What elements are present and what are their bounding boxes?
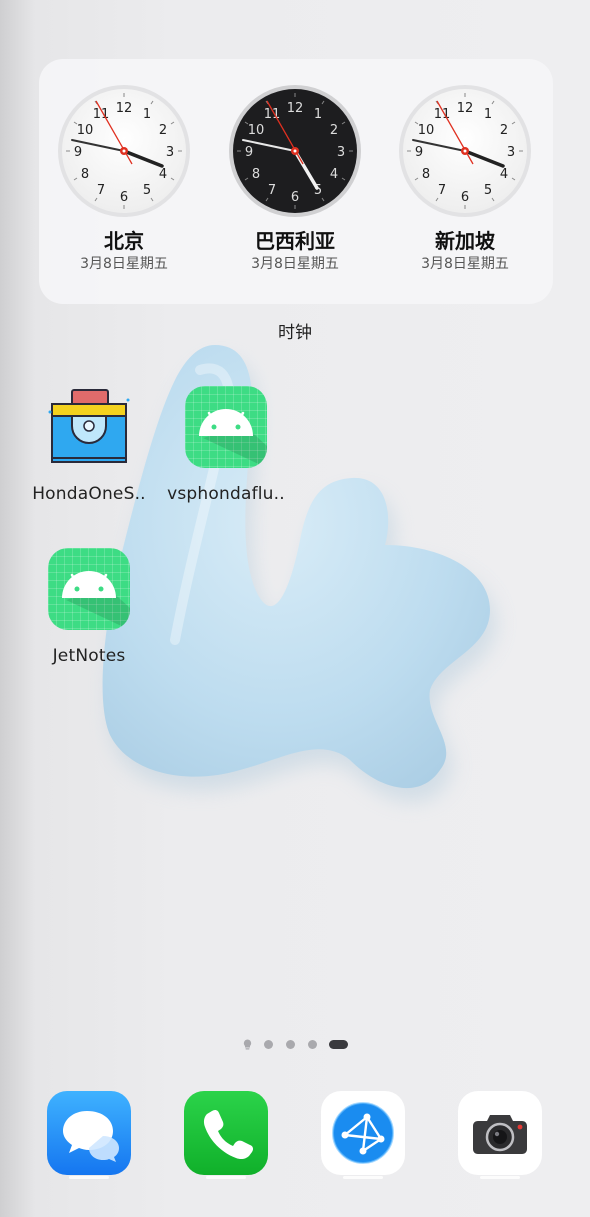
page-dot[interactable]: [286, 1040, 295, 1049]
svg-text:5: 5: [484, 183, 492, 198]
svg-text:10: 10: [248, 123, 265, 138]
clock-date: 3月8日星期五: [421, 256, 509, 272]
svg-text:1: 1: [314, 107, 322, 122]
compass-network-icon: [332, 1102, 394, 1164]
city-name: 巴西利亚: [255, 229, 335, 253]
svg-text:9: 9: [415, 145, 423, 160]
chat-bubbles-icon: [63, 1111, 119, 1162]
svg-text:7: 7: [268, 183, 276, 198]
app-label: vsphondaflu..: [167, 484, 285, 504]
svg-text:6: 6: [461, 190, 469, 205]
clock-date: 3月8日星期五: [80, 256, 168, 272]
app-label: JetNotes: [52, 646, 126, 666]
browser-app[interactable]: [321, 1091, 405, 1175]
camera-icon: [473, 1115, 527, 1154]
svg-text:12: 12: [116, 101, 133, 116]
lightbulb-icon[interactable]: [243, 1039, 252, 1050]
svg-text:5: 5: [143, 183, 151, 198]
dock-indicator: [206, 1176, 246, 1179]
page-dot[interactable]: [264, 1040, 273, 1049]
camera-app[interactable]: [458, 1091, 542, 1175]
dock-indicator: [480, 1176, 520, 1179]
city-name: 北京: [104, 229, 144, 253]
app-label: HondaOneS..: [32, 484, 146, 504]
svg-text:4: 4: [330, 167, 338, 182]
svg-text:2: 2: [500, 123, 508, 138]
analog-clock-icon: 12 123 4567 891011: [229, 85, 361, 217]
svg-text:8: 8: [252, 167, 260, 182]
android-icon: [185, 386, 267, 468]
page-dot[interactable]: [308, 1040, 317, 1049]
analog-clock-icon: 12 123 4567 891011: [58, 85, 190, 217]
svg-text:9: 9: [74, 145, 82, 160]
svg-text:8: 8: [81, 167, 89, 182]
svg-text:1: 1: [143, 107, 151, 122]
svg-text:7: 7: [438, 183, 446, 198]
phone-icon: [203, 1109, 254, 1160]
svg-text:12: 12: [287, 101, 304, 116]
dock-indicator: [343, 1176, 383, 1179]
toolbox-icon: [48, 386, 130, 468]
page-indicator[interactable]: [0, 1038, 590, 1050]
clock-singapore[interactable]: 12 1 2 3 4567 8 9 10 11 新加坡 3月8日星期五: [395, 83, 535, 273]
city-name: 新加坡: [435, 229, 495, 253]
svg-text:6: 6: [120, 190, 128, 205]
svg-text:4: 4: [159, 167, 167, 182]
svg-text:10: 10: [77, 123, 94, 138]
app-jetnotes[interactable]: JetNotes: [29, 548, 149, 666]
svg-text:2: 2: [330, 123, 338, 138]
svg-text:2: 2: [159, 123, 167, 138]
svg-text:7: 7: [97, 183, 105, 198]
app-hondaone[interactable]: HondaOneS..: [29, 386, 149, 504]
clock-date: 3月8日星期五: [251, 256, 339, 272]
analog-clock-icon: 12 123 4567 891011: [399, 85, 531, 217]
svg-text:3: 3: [337, 145, 345, 160]
svg-text:3: 3: [507, 145, 515, 160]
messages-app[interactable]: [47, 1091, 131, 1175]
svg-text:10: 10: [418, 123, 435, 138]
clock-brasilia[interactable]: 12 1 2 3 4567 8 9 10 11 巴西利亚 3月8日星期五: [225, 83, 365, 273]
app-vsphondaflu[interactable]: vsphondaflu..: [166, 386, 286, 504]
svg-text:12: 12: [457, 101, 474, 116]
svg-text:3: 3: [166, 145, 174, 160]
svg-text:6: 6: [291, 190, 299, 205]
widget-label: 时钟: [278, 323, 312, 343]
world-clock-widget[interactable]: 12 1 2 3 4567 8 9 10 11 北京 3月8日星期五 12 1 2 3 45: [39, 59, 553, 304]
clock-beijing[interactable]: 12 1 2 3 4567 8 9 10 11 北京 3月8日星期五: [54, 83, 194, 273]
svg-text:9: 9: [245, 145, 253, 160]
svg-text:1: 1: [484, 107, 492, 122]
page-dot-current[interactable]: [329, 1040, 348, 1049]
phone-app[interactable]: [184, 1091, 268, 1175]
dock-indicator: [69, 1176, 109, 1179]
svg-text:4: 4: [500, 167, 508, 182]
svg-text:8: 8: [422, 167, 430, 182]
android-icon: [48, 548, 130, 630]
